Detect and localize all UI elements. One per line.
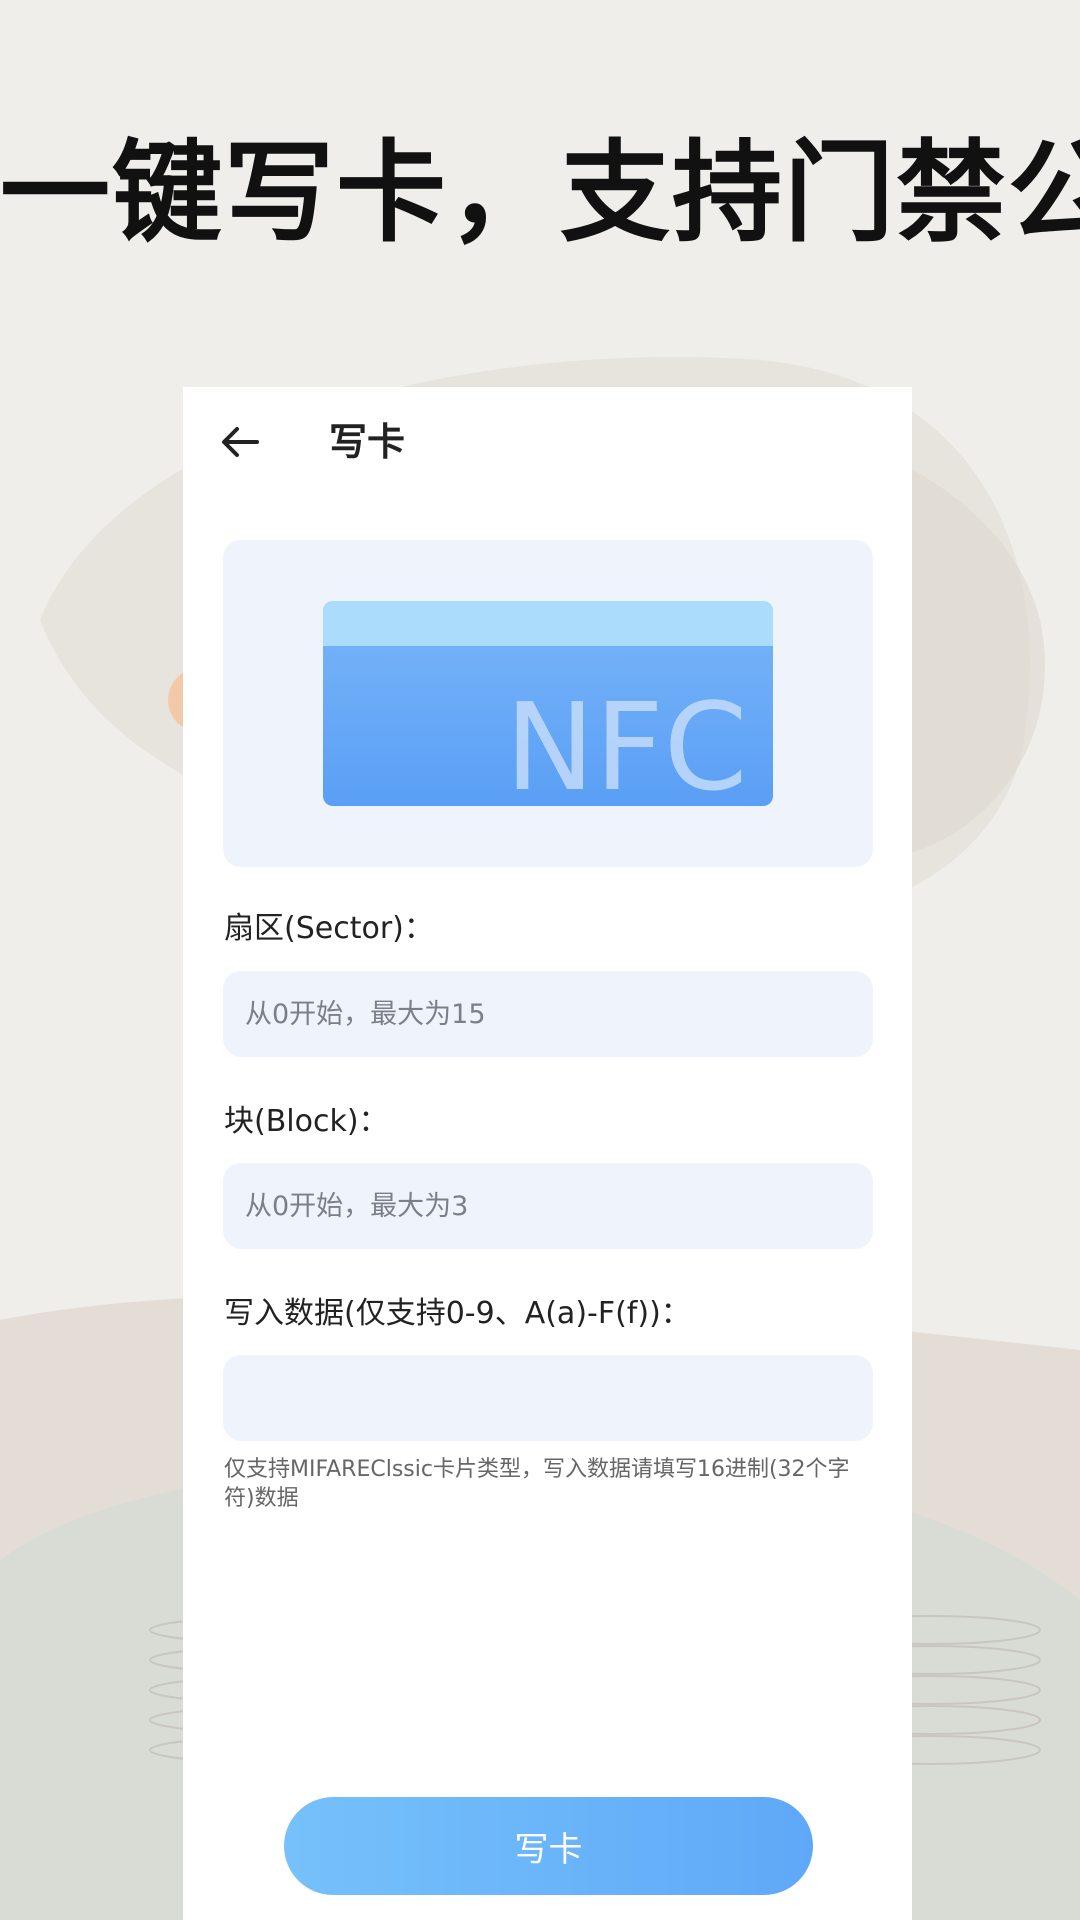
write-card-button[interactable]: 写卡 [284,1797,813,1895]
promo-headline: 一键写卡，支持门禁公交 [0,128,1080,257]
app-screen: 写卡 NFC 扇区(Sector)： 块(Block)： 写入数据(仅支持0-9… [183,387,912,1920]
sector-input[interactable] [223,971,873,1057]
nfc-banner: NFC [223,540,873,867]
nfc-card-text: NFC [505,679,748,806]
page-title: 写卡 [329,420,406,464]
sector-label: 扇区(Sector)： [224,911,434,946]
block-label: 块(Block)： [224,1104,389,1139]
data-label: 写入数据(仅支持0-9、A(a)-F(f))： [224,1296,691,1331]
hint-text: 仅支持MIFAREClssic卡片类型，写入数据请填写16进制(32个字符)数据 [224,1457,850,1511]
block-input[interactable] [223,1163,873,1249]
nfc-card-icon: NFC [323,601,773,806]
data-input[interactable] [223,1355,873,1441]
arrow-left-icon[interactable] [217,419,263,465]
top-bar: 写卡 [183,387,912,497]
